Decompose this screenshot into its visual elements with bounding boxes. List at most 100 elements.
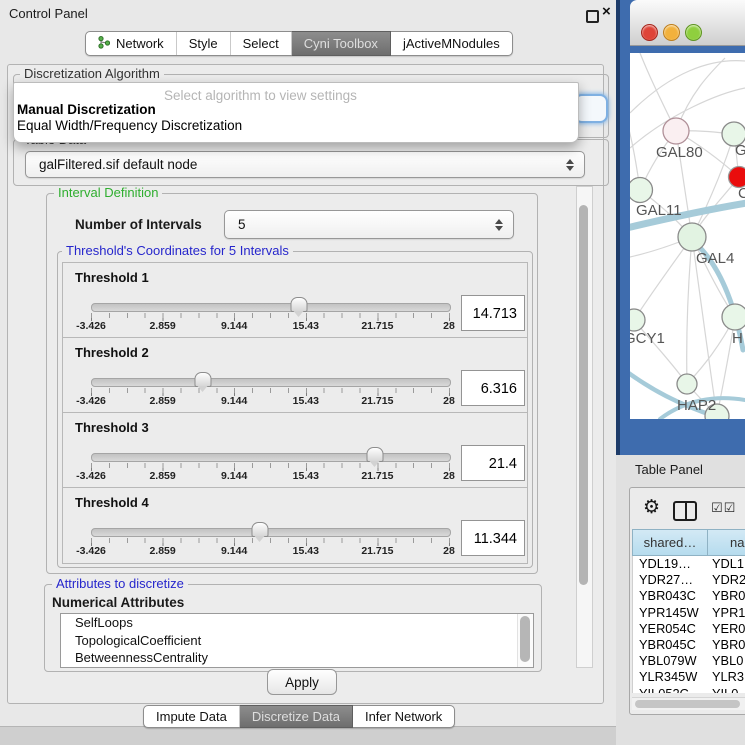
table-data-combobox[interactable]: galFiltered.sif default node (25, 151, 585, 178)
apply-button[interactable]: Apply (267, 669, 337, 695)
tab-label: Network (116, 36, 164, 51)
network-icon (98, 36, 110, 52)
table-row[interactable]: YDR27…YDR2 (633, 572, 745, 588)
dropdown-option-manual-discretization[interactable]: Manual Discretization (17, 102, 156, 117)
interval-definition-group-title: Interval Definition (54, 186, 162, 200)
attribute-item[interactable]: SelfLoops (61, 614, 533, 632)
tick-label: -3.426 (76, 395, 106, 407)
attribute-item[interactable]: TopologicalCoefficient (61, 632, 533, 650)
attribute-item[interactable]: BetweennessCentrality (61, 649, 533, 667)
tab-infer-network[interactable]: Infer Network (353, 706, 454, 727)
table-row[interactable]: YER054CYER0 (633, 621, 745, 637)
float-window-icon[interactable] (586, 10, 599, 23)
table-row[interactable]: YBR043CYBR0 (633, 588, 745, 604)
close-traffic-light-icon[interactable] (641, 24, 658, 41)
table-data-value: galFiltered.sif default node (26, 157, 197, 172)
close-icon[interactable]: × (602, 3, 611, 20)
tab-style[interactable]: Style (177, 32, 231, 55)
tick-label: 2.859 (149, 320, 175, 332)
settings-scrollbar-thumb[interactable] (579, 205, 588, 585)
threshold-2-label: Threshold 2 (75, 345, 149, 360)
dropdown-prompt: Select algorithm to view settings (164, 88, 357, 103)
node-gcy1[interactable] (630, 309, 645, 331)
node-hap2[interactable] (677, 374, 697, 394)
threshold-1-value-field[interactable]: 14.713 (461, 295, 525, 331)
table-row[interactable]: YDL19…YDL1 (633, 556, 745, 572)
attributes-list-scrollbar[interactable] (517, 614, 533, 667)
threshold-3-label: Threshold 3 (75, 420, 149, 435)
threshold-4-label: Threshold 4 (75, 495, 149, 510)
threshold-2-slider-thumb[interactable] (194, 372, 211, 387)
column-header-shared-name[interactable]: shared… (632, 529, 708, 556)
select-columns-icons[interactable]: ☑☑ (711, 500, 736, 516)
node-label-gcy1: GCY1 (630, 330, 665, 347)
threshold-3-block: Threshold 3 -3.4262.8599.14415.4321.7152… (62, 412, 528, 489)
slider-tick-labels: -3.4262.8599.14415.4321.71528 (91, 545, 449, 557)
tick-label: 21.715 (361, 545, 393, 557)
threshold-2-value-field[interactable]: 6.316 (461, 370, 525, 406)
threshold-2-block: Threshold 2 -3.4262.8599.14415.4321.7152… (62, 337, 528, 414)
table-row[interactable]: YPR145WYPR1 (633, 605, 745, 621)
minimize-traffic-light-icon[interactable] (663, 24, 680, 41)
node-label-partial-top: GA (735, 142, 745, 159)
tick-label: 2.859 (149, 395, 175, 407)
node-gal80[interactable] (663, 118, 689, 144)
zoom-traffic-light-icon[interactable] (685, 24, 702, 41)
threshold-3-slider-thumb[interactable] (366, 447, 383, 462)
threshold-3-slider[interactable] (91, 453, 451, 462)
screen: Control Panel × Network Style Select Cyn (0, 0, 745, 745)
node-h[interactable] (722, 304, 745, 330)
tick-label: 28 (443, 545, 455, 557)
tab-discretize-data[interactable]: Discretize Data (240, 705, 353, 728)
column-header-name[interactable]: na (708, 529, 745, 556)
node-gal4[interactable] (678, 223, 706, 251)
thresholds-group-title: Threshold's Coordinates for 5 Intervals (62, 244, 293, 258)
number-of-intervals-combobox[interactable]: 5 (224, 210, 514, 239)
network-canvas[interactable]: GAL80 GA C GAL11 GAL4 GCY1 H HAP2 (630, 53, 745, 419)
table-horizontal-scrollbar[interactable] (632, 697, 745, 710)
threshold-4-value-field[interactable]: 11.344 (461, 520, 525, 556)
tab-impute-data[interactable]: Impute Data (144, 706, 240, 727)
threshold-4-slider[interactable] (91, 528, 451, 537)
algorithm-combobox-focused[interactable] (574, 94, 608, 123)
combo-arrows-icon (566, 159, 575, 171)
window-title: Control Panel (9, 6, 88, 21)
threshold-3-value-field[interactable]: 21.4 (461, 445, 525, 481)
threshold-4-slider-thumb[interactable] (252, 522, 269, 537)
table-row[interactable]: YBL079WYBL0 (633, 653, 745, 669)
numerical-attributes-list[interactable]: SelfLoopsTopologicalCoefficientBetweenne… (60, 613, 534, 668)
tick-label: 9.144 (221, 470, 247, 482)
columns-icon[interactable] (673, 501, 697, 521)
table-hscrollbar-thumb[interactable] (635, 700, 740, 708)
numerical-attributes-label: Numerical Attributes (52, 595, 184, 610)
table-row[interactable]: YLR345WYLR3 (633, 669, 745, 685)
network-graph: GAL80 GA C GAL11 GAL4 GCY1 H HAP2 (630, 53, 745, 419)
threshold-2-slider[interactable] (91, 378, 451, 387)
number-of-intervals-label: Number of Intervals (75, 217, 202, 232)
settings-scrollbar[interactable] (576, 186, 593, 668)
threshold-1-slider-thumb[interactable] (290, 297, 307, 312)
tab-cyni-toolbox[interactable]: Cyni Toolbox (292, 31, 391, 56)
table-row[interactable]: YBR045CYBR0 (633, 637, 745, 653)
node-label-gal80: GAL80 (656, 144, 703, 161)
slider-minor-ticks (91, 538, 450, 543)
tick-label: 2.859 (149, 545, 175, 557)
tick-label: -3.426 (76, 545, 106, 557)
discretization-algorithm-group-title: Discretization Algorithm (20, 67, 164, 81)
node-gal11[interactable] (630, 178, 653, 203)
tab-network[interactable]: Network (86, 32, 177, 55)
tab-select[interactable]: Select (231, 32, 292, 55)
algorithm-dropdown-popup: Select algorithm to view settings Manual… (13, 82, 579, 143)
attributes-scrollbar-thumb[interactable] (520, 616, 530, 662)
attributes-group-title: Attributes to discretize (52, 577, 188, 591)
tab-jactivemnodules[interactable]: jActiveMNodules (391, 32, 512, 55)
dropdown-option-equal-width-frequency[interactable]: Equal Width/Frequency Discretization (17, 118, 242, 133)
slider-minor-ticks (91, 313, 450, 318)
tick-label: 9.144 (221, 320, 247, 332)
tick-label: -3.426 (76, 470, 106, 482)
table-row[interactable]: YIL052CYIL0 (633, 686, 745, 694)
threshold-1-slider[interactable] (91, 303, 451, 312)
tick-label: 28 (443, 470, 455, 482)
tick-label: 21.715 (361, 320, 393, 332)
gear-icon[interactable]: ⚙ (643, 498, 660, 517)
